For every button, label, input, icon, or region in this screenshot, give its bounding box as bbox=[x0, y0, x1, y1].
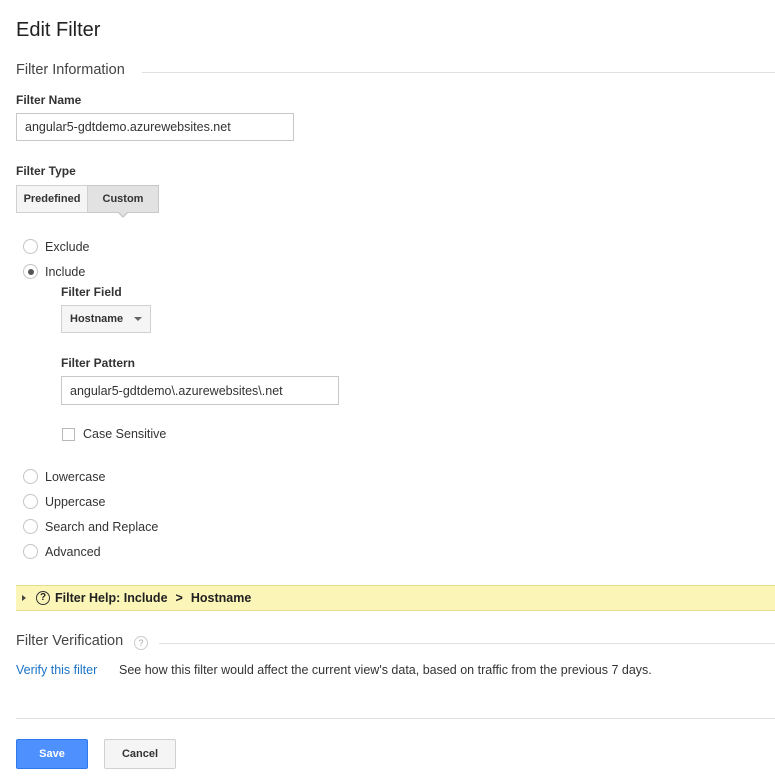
radio-search-replace-label: Search and Replace bbox=[45, 519, 159, 534]
page-title: Edit Filter bbox=[16, 19, 101, 41]
filter-name-label: Filter Name bbox=[16, 93, 82, 107]
checkbox[interactable] bbox=[62, 427, 75, 441]
help-icon: ? bbox=[36, 591, 50, 605]
help-bar-prefix: Filter Help: bbox=[55, 591, 124, 605]
radio-advanced[interactable]: Advanced bbox=[23, 544, 101, 559]
radio-button[interactable] bbox=[23, 544, 38, 559]
radio-lowercase[interactable]: Lowercase bbox=[23, 469, 105, 484]
filter-field-value: Hostname bbox=[70, 313, 124, 325]
radio-uppercase[interactable]: Uppercase bbox=[23, 494, 105, 509]
filter-pattern-input[interactable] bbox=[61, 376, 339, 405]
filter-pattern-label: Filter Pattern bbox=[61, 356, 136, 370]
radio-include[interactable]: Include bbox=[23, 264, 85, 279]
help-bar-field: Hostname bbox=[190, 591, 252, 605]
radio-uppercase-label: Uppercase bbox=[45, 494, 106, 509]
section-title-filter-verification: Filter Verification bbox=[16, 633, 124, 649]
radio-include-label: Include bbox=[45, 264, 86, 279]
case-sensitive-label: Case Sensitive bbox=[83, 427, 167, 441]
radio-exclude[interactable]: Exclude bbox=[23, 239, 89, 254]
filter-type-label: Filter Type bbox=[16, 164, 76, 178]
expand-arrow-icon bbox=[22, 595, 26, 601]
verify-filter-link[interactable]: Verify this filter bbox=[16, 663, 97, 677]
radio-button[interactable] bbox=[23, 494, 38, 509]
radio-button-selected[interactable] bbox=[23, 264, 38, 279]
section-title-filter-information: Filter Information bbox=[16, 62, 125, 78]
filter-help-bar[interactable]: ? Filter Help: Include > Hostname bbox=[16, 585, 775, 611]
radio-search-and-replace[interactable]: Search and Replace bbox=[23, 519, 158, 534]
help-bar-separator: > bbox=[175, 591, 183, 605]
tab-predefined[interactable]: Predefined bbox=[16, 185, 88, 213]
filter-field-dropdown[interactable]: Hostname bbox=[61, 305, 151, 333]
filter-type-toggle: Predefined Custom bbox=[16, 185, 159, 213]
radio-button[interactable] bbox=[23, 519, 38, 534]
chevron-down-icon bbox=[134, 317, 142, 321]
help-bar-option: Include bbox=[123, 591, 168, 605]
filter-field-label: Filter Field bbox=[61, 285, 122, 299]
filter-name-input[interactable] bbox=[16, 113, 294, 141]
case-sensitive-checkbox[interactable]: Case Sensitive bbox=[62, 427, 166, 441]
footer-divider bbox=[16, 718, 775, 719]
verification-description: See how this filter would affect the cur… bbox=[119, 663, 652, 677]
tab-custom[interactable]: Custom bbox=[88, 185, 159, 213]
section-divider bbox=[142, 72, 775, 73]
radio-exclude-label: Exclude bbox=[45, 239, 90, 254]
radio-button[interactable] bbox=[23, 239, 38, 254]
question-mark-icon[interactable]: ? bbox=[134, 636, 148, 650]
radio-button[interactable] bbox=[23, 469, 38, 484]
cancel-button[interactable]: Cancel bbox=[104, 739, 176, 769]
selected-tab-pointer bbox=[117, 211, 129, 218]
radio-advanced-label: Advanced bbox=[45, 544, 101, 559]
radio-lowercase-label: Lowercase bbox=[45, 469, 106, 484]
section-divider bbox=[159, 643, 775, 644]
save-button[interactable]: Save bbox=[16, 739, 88, 769]
